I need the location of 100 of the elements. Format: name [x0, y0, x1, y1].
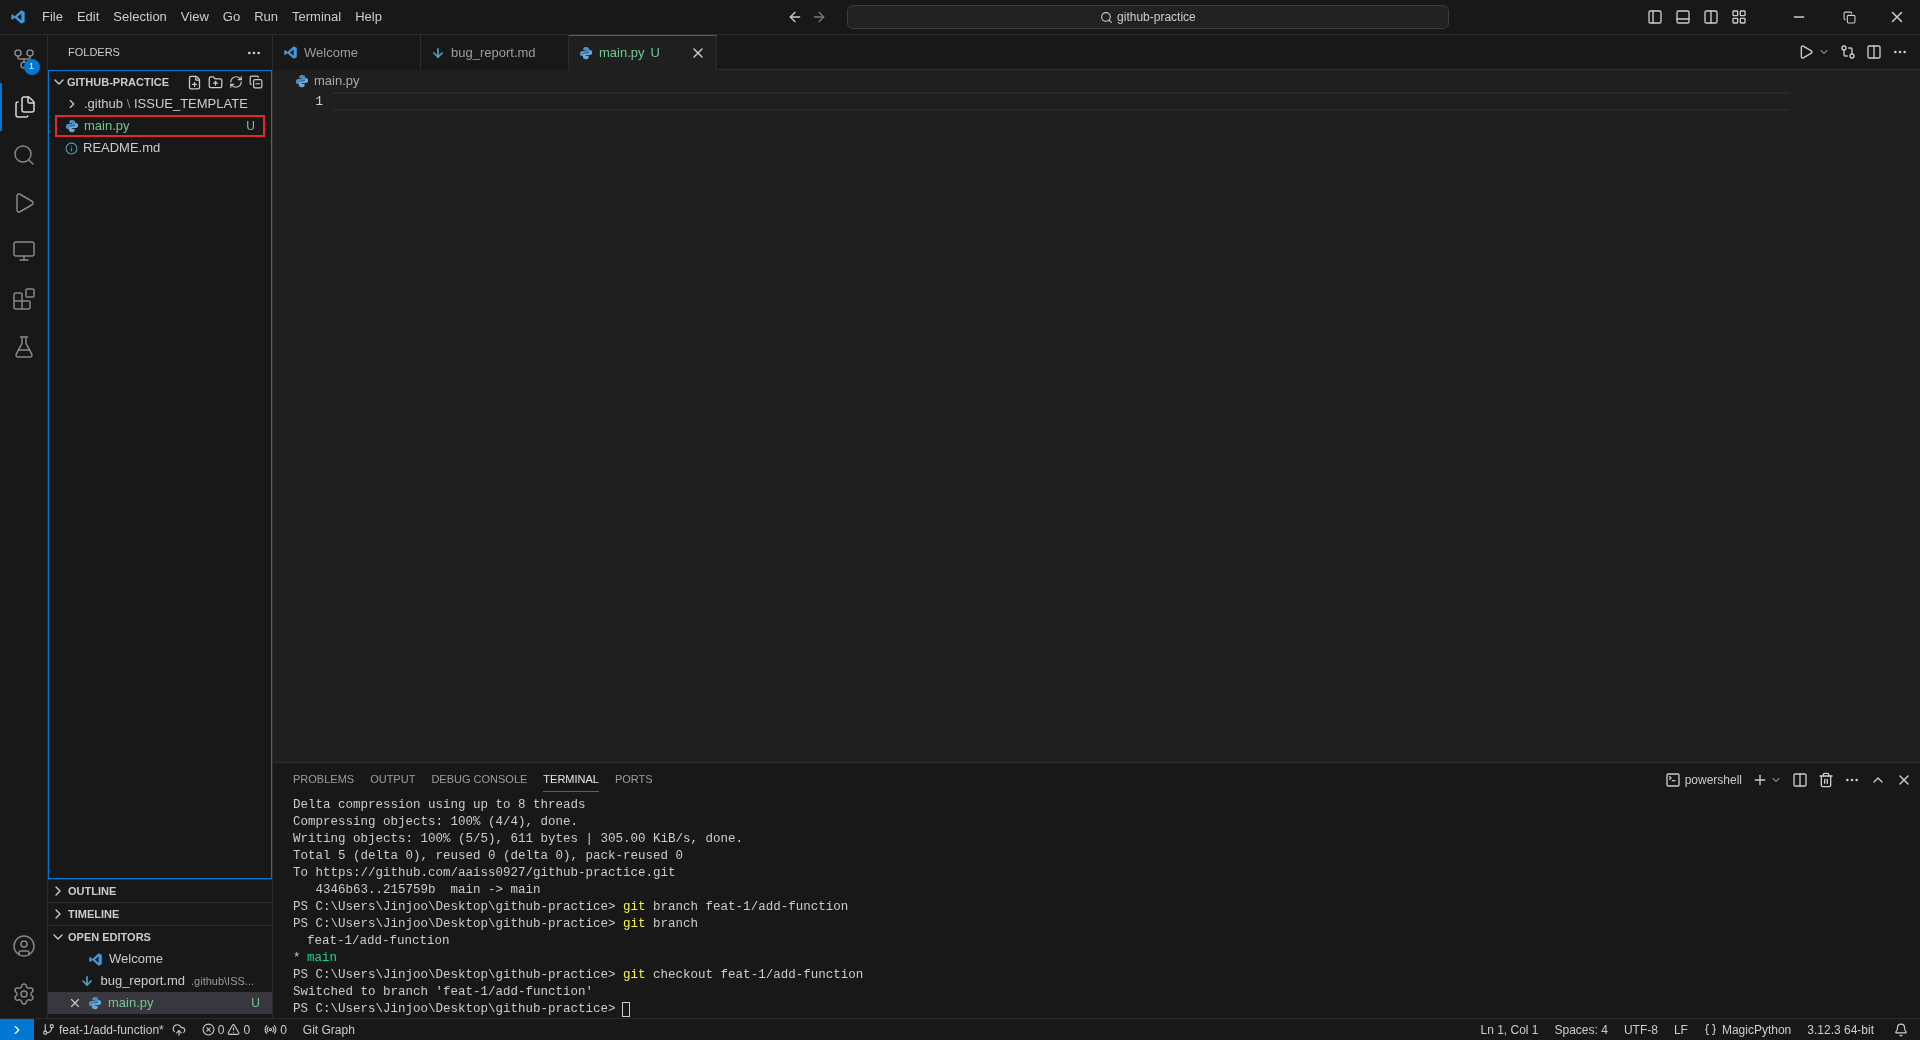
- section-header[interactable]: TIMELINE: [48, 903, 272, 925]
- settings-icon[interactable]: [11, 982, 36, 1006]
- vscode-logo-icon: [88, 951, 103, 967]
- git-status: U: [246, 118, 255, 135]
- restore-icon[interactable]: [1843, 10, 1856, 24]
- status-item[interactable]: Ln 1, Col 1: [1472, 1020, 1547, 1039]
- file-tree-item[interactable]: .github \ ISSUE_TEMPLATE: [55, 93, 265, 115]
- panel-tab[interactable]: PORTS: [614, 768, 653, 792]
- toggle-secondary-sidebar-icon[interactable]: [1703, 9, 1719, 25]
- current-branch-marker: *: [293, 950, 302, 967]
- panel-tab[interactable]: OUTPUT: [370, 768, 416, 792]
- git-graph-item[interactable]: Git Graph: [294, 1020, 363, 1039]
- file-name: README.md: [83, 139, 162, 158]
- python-icon: [579, 46, 593, 60]
- menu-item[interactable]: Selection: [106, 7, 174, 27]
- open-editor-item[interactable]: Welcome: [48, 948, 272, 970]
- toggle-sidebar-icon[interactable]: [1647, 9, 1663, 25]
- language-item[interactable]: MagicPython: [1695, 1020, 1800, 1039]
- files-icon: [12, 95, 37, 119]
- branch-name: feat-1/add-function: [307, 933, 450, 950]
- folder-header[interactable]: GITHUB-PRACTICE: [67, 73, 187, 91]
- ports-item[interactable]: 0: [256, 1020, 295, 1039]
- panel-tab[interactable]: PROBLEMS: [293, 768, 355, 792]
- account-icon[interactable]: [11, 934, 36, 958]
- compare-changes-icon[interactable]: [1840, 44, 1856, 60]
- panel-tab[interactable]: TERMINAL: [543, 768, 599, 792]
- python-icon: [295, 74, 309, 88]
- menu-item[interactable]: View: [173, 7, 216, 27]
- monitor-icon: [11, 239, 36, 263]
- ports-icon: [264, 1023, 278, 1036]
- panel-tab[interactable]: DEBUG CONSOLE: [431, 768, 528, 792]
- open-editor-item[interactable]: bug_report.md .github\ISS...: [48, 970, 272, 992]
- error-icon: [201, 1023, 215, 1036]
- search-icon: [11, 143, 36, 167]
- file-tree-item[interactable]: main.py U: [55, 115, 265, 137]
- open-editor-item[interactable]: main.py U: [48, 992, 272, 1014]
- terminal-command-line: PS C:\Users\Jinjoo\Desktop\github-practice> git branch feat-1/add-function: [293, 899, 850, 916]
- search-icon: [1100, 10, 1114, 24]
- terminal-prompt-line: PS C:\Users\Jinjoo\Desktop\github-practice>: [293, 1001, 616, 1018]
- git-status: U: [251, 995, 260, 1012]
- terminal-command-line: PS C:\Users\Jinjoo\Desktop\github-practice> git checkout feat-1/add-function: [293, 967, 865, 984]
- interpreter-item[interactable]: 3.12.3 64-bit: [1799, 1020, 1882, 1039]
- terminal-output-line: Total 5 (delta 0), reused 0 (delta 0), pack-reused 0: [293, 848, 685, 865]
- terminal-output-line: Switched to branch 'feat-1/add-function': [293, 984, 595, 1001]
- command-center-text: github-practice: [1117, 9, 1196, 26]
- publish-icon[interactable]: [171, 1022, 186, 1037]
- menu-item[interactable]: Go: [215, 7, 248, 27]
- section-title: OUTLINE: [68, 883, 117, 899]
- file-name: .github \ ISSUE_TEMPLATE: [84, 95, 249, 114]
- python-icon: [88, 996, 102, 1010]
- editor-tab[interactable]: main.py U: [569, 35, 717, 70]
- split-terminal-icon[interactable]: [1792, 772, 1808, 788]
- terminal-output-line: Compressing objects: 100% (4/4), done.: [293, 814, 580, 831]
- split-editor-icon[interactable]: [1866, 44, 1882, 60]
- trash-icon[interactable]: [1818, 772, 1834, 788]
- notifications-icon[interactable]: [1894, 1022, 1908, 1037]
- file-tree-item[interactable]: README.md: [55, 137, 265, 159]
- new-file-icon[interactable]: [187, 74, 202, 90]
- toggle-panel-icon[interactable]: [1675, 9, 1691, 25]
- menu-item[interactable]: Terminal: [285, 7, 349, 27]
- vscode-logo-icon: [9, 9, 26, 25]
- status-item[interactable]: UTF-8: [1615, 1020, 1666, 1039]
- terminal-cursor: [621, 1002, 630, 1017]
- arrow-down-icon: [431, 45, 445, 60]
- section-header[interactable]: OUTLINE: [48, 880, 272, 902]
- refresh-icon[interactable]: [229, 74, 243, 89]
- run-icon[interactable]: [1798, 44, 1814, 60]
- terminal-name[interactable]: powershell: [1684, 771, 1742, 789]
- breadcrumb[interactable]: main.py: [314, 71, 360, 91]
- section-header[interactable]: OPEN EDITORS: [48, 926, 272, 948]
- activity-bar-item[interactable]: 1: [0, 35, 48, 83]
- menu-item[interactable]: File: [35, 7, 70, 27]
- editor-tab[interactable]: Welcome: [273, 35, 421, 70]
- command-center-field[interactable]: github-practice: [846, 5, 1449, 29]
- collapse-all-icon[interactable]: [249, 74, 263, 89]
- file-name: bug_report.md: [100, 972, 185, 991]
- terminal-output-line: 4346b63..215759b main -> main: [314, 882, 542, 899]
- file-name: main.py: [108, 994, 154, 1013]
- terminal-output-line: Writing objects: 100% (5/5), 611 bytes | 305.00 KiB/s, done.: [293, 831, 745, 848]
- new-terminal-icon[interactable]: [1752, 772, 1768, 788]
- info-icon: [65, 141, 78, 155]
- branch-icon: [42, 1023, 55, 1036]
- status-item[interactable]: Spaces: 4: [1546, 1020, 1616, 1039]
- braces-icon: [1703, 1023, 1717, 1036]
- problems-item[interactable]: 0 0: [195, 1020, 257, 1039]
- customize-layout-icon[interactable]: [1731, 9, 1747, 25]
- python-icon: [65, 119, 79, 133]
- menu-item[interactable]: Run: [247, 7, 285, 27]
- branch-item[interactable]: feat-1/add-function*: [34, 1020, 172, 1039]
- menu-item[interactable]: Edit: [69, 7, 107, 27]
- section-title: OPEN EDITORS: [68, 929, 151, 945]
- file-name: Welcome: [109, 950, 163, 969]
- menu-item[interactable]: Help: [348, 7, 389, 27]
- terminal-output-line: To https://github.com/aaiss0927/github-practice.git: [293, 865, 677, 882]
- file-path: .github\ISS...: [191, 973, 254, 989]
- notification-badge: 1: [23, 59, 40, 75]
- new-folder-icon[interactable]: [208, 74, 223, 90]
- warning-icon: [227, 1023, 241, 1036]
- close-icon[interactable]: [68, 996, 82, 1010]
- status-item[interactable]: LF: [1665, 1020, 1696, 1039]
